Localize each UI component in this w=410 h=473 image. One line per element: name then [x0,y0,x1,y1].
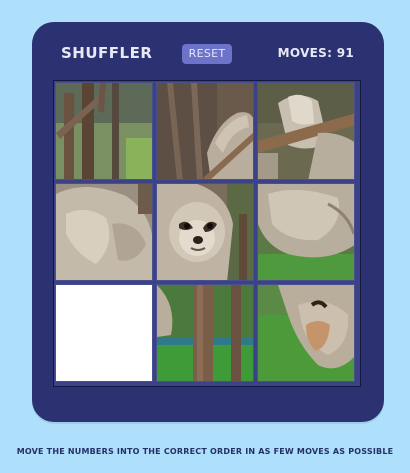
puzzle-tile-6[interactable] [257,183,355,281]
tile-6-image [258,184,354,280]
moves-value: 91 [336,46,354,60]
tile-2-image [157,83,253,179]
puzzle-tile-1[interactable] [55,82,153,180]
puzzle-tile-2[interactable] [156,82,254,180]
puzzle-tile-3[interactable] [257,82,355,180]
puzzle-tile-8[interactable] [156,284,254,382]
tile-8-image [157,285,253,381]
moves-label: MOVES: [277,46,333,60]
instruction-text: MOVE THE NUMBERS INTO THE CORRECT ORDER … [16,447,394,456]
game-card: SHUFFLER RESET MOVES: 91 [32,22,384,422]
puzzle-tile-4[interactable] [55,183,153,281]
puzzle-tile-9[interactable] [257,284,355,382]
empty-slot [55,284,153,382]
tile-1-image [56,83,152,179]
moves-counter: MOVES: 91 [278,46,354,60]
puzzle-tile-5[interactable] [156,183,254,281]
tile-5-image [157,184,253,280]
reset-button[interactable]: RESET [182,44,232,64]
tile-4-image [56,184,152,280]
tile-9-image [258,285,354,381]
tile-3-image [258,83,354,179]
puzzle-board [53,80,361,387]
game-title: SHUFFLER [61,44,153,62]
